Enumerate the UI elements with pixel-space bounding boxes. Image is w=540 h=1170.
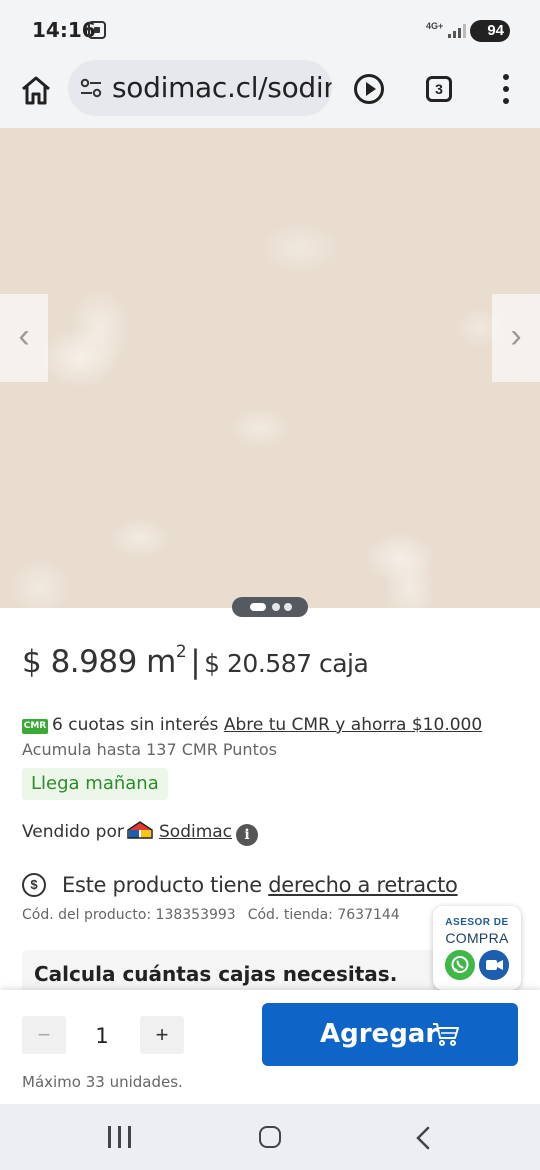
pagination-dot[interactable] (272, 603, 280, 611)
retracto-prefix: Este producto tiene (62, 873, 269, 897)
recent-apps-icon[interactable] (108, 1126, 132, 1148)
sold-by-label: Vendido por (22, 822, 124, 842)
whatsapp-icon[interactable] (445, 950, 475, 980)
url-text: sodimac.cl/sodimac (112, 71, 332, 104)
product-image[interactable]: ‹ › (0, 128, 540, 608)
seller-link[interactable]: Sodimac (159, 822, 232, 842)
network-type: 4G+ (426, 21, 444, 31)
retracto-link[interactable]: derecho a retracto (268, 873, 458, 897)
add-to-cart-label: Agregar (320, 1019, 439, 1049)
signal-icon (448, 24, 466, 38)
home-nav-icon[interactable] (259, 1126, 281, 1148)
price-unit-exponent: 2 (175, 641, 187, 662)
advisor-label-1: ASESOR DE (445, 917, 509, 928)
overflow-menu-icon[interactable] (498, 74, 514, 104)
pagination-dot-active[interactable] (250, 603, 266, 611)
quantity-decrease-button[interactable]: − (22, 1016, 66, 1054)
battery-indicator: 94 (470, 20, 510, 42)
product-code: Cód. del producto: 138353993 (22, 907, 236, 923)
gallery-prev-button[interactable]: ‹ (0, 294, 48, 382)
cmr-points: Acumula hasta 137 CMR Puntos (22, 740, 277, 759)
url-bar[interactable]: sodimac.cl/sodimac (68, 60, 332, 116)
refund-icon: $ (22, 873, 46, 897)
calculator-title: Calcula cuántas cajas necesitas. (34, 962, 398, 986)
shopping-advisor-widget[interactable]: ASESOR DE COMPRA (433, 906, 521, 990)
cuotas-text: 6 cuotas sin interés (52, 715, 224, 735)
quantity-value[interactable]: 1 (82, 1024, 122, 1048)
back-icon[interactable] (414, 1126, 432, 1150)
video-call-icon[interactable] (479, 950, 509, 980)
info-icon[interactable]: i (236, 824, 258, 846)
status-time: 14:16 (32, 18, 96, 42)
site-settings-icon[interactable] (80, 78, 102, 98)
advisor-label-2: COMPRA (445, 930, 509, 946)
store-code: Cód. tienda: 7637144 (247, 907, 400, 923)
product-price: $ 8.989 m2 | $ 20.587 caja (22, 641, 369, 680)
gallery-pagination (232, 597, 308, 617)
play-icon[interactable] (354, 74, 384, 104)
home-icon[interactable] (18, 72, 54, 108)
retracto-text: Este producto tiene derecho a retracto (62, 873, 458, 897)
cmr-logo: CMR (22, 719, 48, 734)
browser-toolbar: sodimac.cl/sodimac 3 (0, 60, 540, 128)
cmr-link[interactable]: Abre tu CMR y ahorra $10.000 (224, 715, 482, 735)
quantity-increase-button[interactable]: + (140, 1016, 184, 1054)
sodimac-logo-icon (127, 821, 153, 839)
product-codes: Cód. del producto: 138353993 Cód. tienda:… (22, 907, 400, 923)
price-per-box: $ 20.587 caja (204, 649, 369, 678)
screenshot-icon (88, 21, 106, 39)
gallery-next-button[interactable]: › (492, 294, 540, 382)
max-units-note: Máximo 33 unidades. (22, 1073, 183, 1091)
cmr-offer: CMR 6 cuotas sin interés Abre tu CMR y ah… (22, 715, 482, 735)
cart-icon (433, 1023, 459, 1046)
status-bar: 14:16 4G+ 94 (0, 0, 540, 60)
delivery-badge: Llega mañana (22, 768, 168, 800)
pagination-dot[interactable] (284, 603, 292, 611)
tab-switcher-button[interactable]: 3 (426, 76, 452, 102)
price-separator: | (190, 644, 201, 680)
add-to-cart-button[interactable]: Agregar (262, 1003, 518, 1066)
price-per-m2: $ 8.989 m (22, 644, 176, 680)
